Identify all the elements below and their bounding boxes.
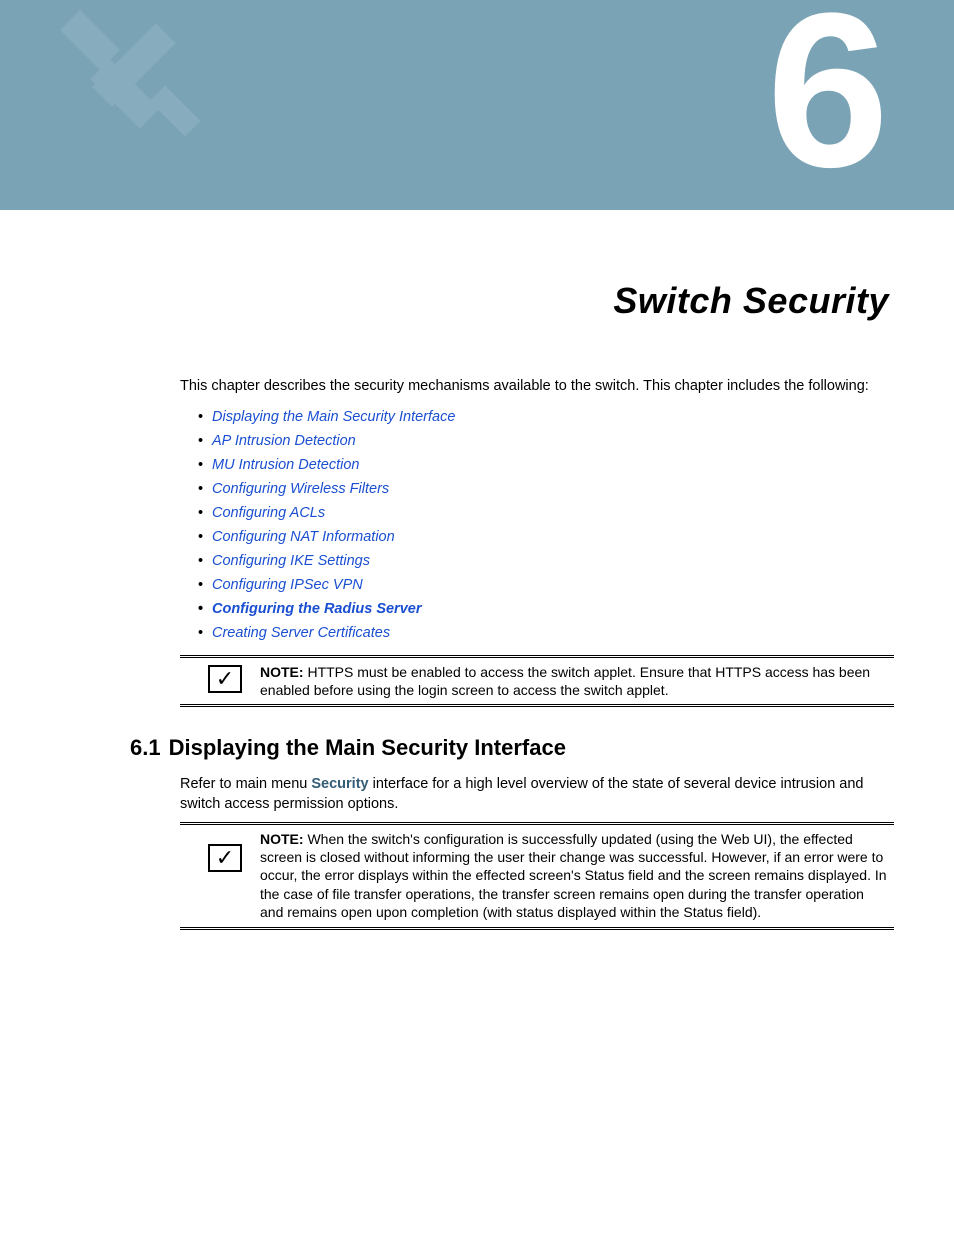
note-1-body: HTTPS must be enabled to access the swit…	[260, 664, 870, 698]
chapter-title: Switch Security	[0, 280, 889, 322]
link-displaying-main-security-interface[interactable]: Displaying the Main Security Interface	[198, 409, 894, 425]
chapter-number: 6	[767, 0, 889, 200]
link-configuring-radius-server[interactable]: Configuring the Radius Server	[198, 601, 894, 617]
link-configuring-ike-settings[interactable]: Configuring IKE Settings	[198, 553, 894, 569]
link-configuring-nat-information[interactable]: Configuring NAT Information	[198, 529, 894, 545]
link-configuring-ipsec-vpn[interactable]: Configuring IPSec VPN	[198, 577, 894, 593]
section-body-pre: Refer to main menu	[180, 776, 311, 792]
chapter-banner: 6	[0, 0, 954, 210]
section-number: 6.1	[130, 735, 161, 760]
intro-paragraph: This chapter describes the security mech…	[180, 377, 894, 397]
content-area: This chapter describes the security mech…	[180, 377, 894, 930]
note-1-text: NOTE: HTTPS must be enabled to access th…	[260, 663, 894, 699]
banner-decoration	[40, 0, 240, 210]
note-box-2: ✓ NOTE: When the switch's configuration …	[180, 822, 894, 930]
note-2-text: NOTE: When the switch's configuration is…	[260, 830, 894, 921]
note-box-1: ✓ NOTE: HTTPS must be enabled to access …	[180, 655, 894, 707]
section-body-bold: Security	[311, 776, 368, 792]
check-icon: ✓	[208, 844, 242, 872]
link-configuring-wireless-filters[interactable]: Configuring Wireless Filters	[198, 481, 894, 497]
section-title: Displaying the Main Security Interface	[169, 735, 566, 760]
link-ap-intrusion-detection[interactable]: AP Intrusion Detection	[198, 433, 894, 449]
note-1-label: NOTE:	[260, 664, 304, 680]
check-icon-wrap-2: ✓	[208, 844, 242, 872]
note-2-label: NOTE:	[260, 831, 304, 847]
check-icon: ✓	[208, 665, 242, 693]
note-2-body: When the switch's configuration is succe…	[260, 831, 887, 920]
topic-links-list: Displaying the Main Security Interface A…	[198, 409, 894, 641]
link-mu-intrusion-detection[interactable]: MU Intrusion Detection	[198, 457, 894, 473]
link-creating-server-certificates[interactable]: Creating Server Certificates	[198, 625, 894, 641]
section-heading: 6.1 Displaying the Main Security Interfac…	[130, 735, 894, 761]
check-icon-wrap: ✓	[208, 665, 242, 693]
section-body: Refer to main menu Security interface fo…	[180, 775, 894, 814]
link-configuring-acls[interactable]: Configuring ACLs	[198, 505, 894, 521]
